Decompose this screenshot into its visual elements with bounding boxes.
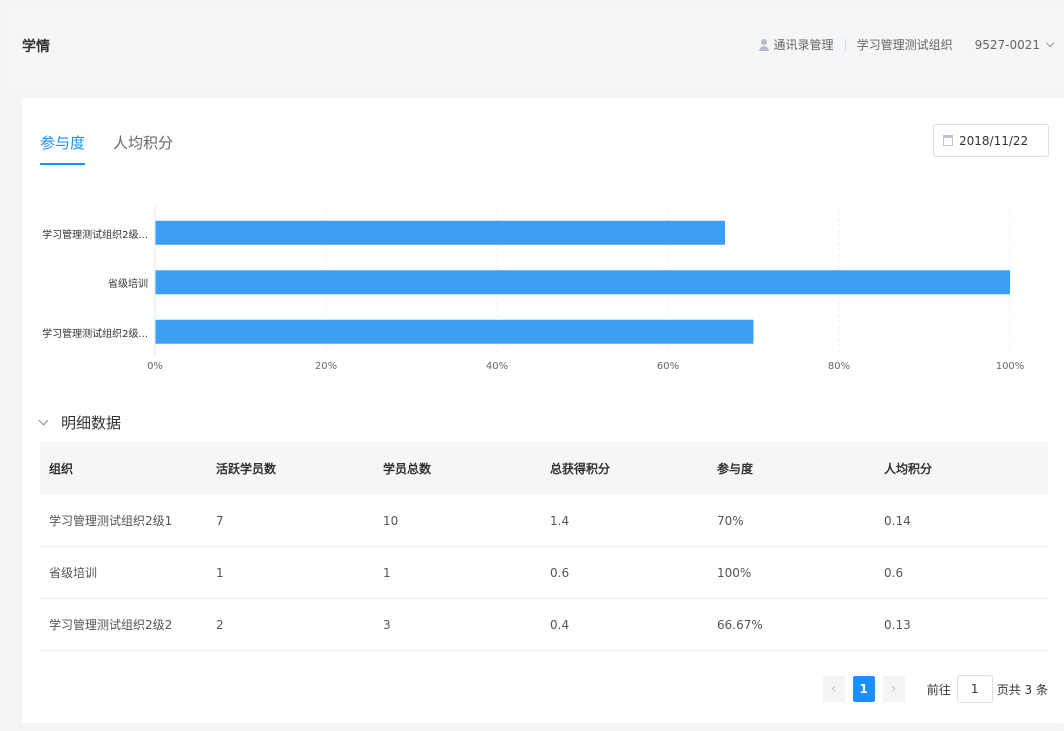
table-cell: 100% <box>717 565 752 580</box>
chart-plot <box>154 206 1011 357</box>
column-header: 活跃学员数 <box>216 462 277 476</box>
column-header: 参与度 <box>717 462 754 476</box>
table-cell: 7 <box>216 513 224 528</box>
x-tick-label: 40% <box>485 360 509 372</box>
table-cell: 10 <box>383 513 399 528</box>
contacts-icon <box>758 38 771 51</box>
chevron-down-icon <box>1045 38 1055 47</box>
date-value: 2018/11/22 <box>959 133 1029 148</box>
bar[interactable] <box>155 220 726 245</box>
account-menu[interactable]: 9527-0021 <box>964 38 1064 52</box>
contacts-label: 通讯录管理 <box>773 38 834 52</box>
column-header: 学员总数 <box>383 462 432 476</box>
table-cell: 0.6 <box>550 565 570 580</box>
x-tick-label: 80% <box>827 360 851 372</box>
table-cell: 1.4 <box>550 513 570 528</box>
column-header: 组织 <box>49 462 74 476</box>
table-cell: 省级培训 <box>49 566 98 580</box>
top-header: 学情 通讯录管理 学习管理测试组织 9527-0021 <box>8 6 1064 88</box>
org-name: 学习管理测试组织 <box>856 38 953 52</box>
column-header: 总获得积分 <box>550 462 611 476</box>
table-cell: 1 <box>216 565 224 580</box>
next-page-button[interactable]: › <box>882 676 905 702</box>
date-picker[interactable]: 2018/11/22 <box>933 124 1049 157</box>
table-cell: 0.14 <box>884 513 911 528</box>
calendar-icon <box>943 135 953 146</box>
account-id: 9527-0021 <box>974 37 1040 52</box>
table-row: 学习管理测试组织2级2 2 3 0.4 66.67% 0.13 <box>40 599 1048 651</box>
table-row: 学习管理测试组织2级1 7 10 1.4 70% 0.14 <box>40 495 1048 547</box>
total-count: 页共 3 条 <box>996 682 1048 697</box>
table-row: 省级培训 1 1 0.6 100% 0.6 <box>40 547 1048 599</box>
table-cell: 学习管理测试组织2级1 <box>49 514 173 528</box>
pagination: ‹ 1 › 前往 1 页共 3 条 <box>815 675 1048 703</box>
bar[interactable] <box>155 270 1010 295</box>
tab-bar: 参与度 人均积分 <box>40 132 201 165</box>
table-cell: 0.4 <box>550 617 570 632</box>
goto-page-input[interactable]: 1 <box>956 675 993 703</box>
column-header: 人均积分 <box>884 462 933 476</box>
table-cell: 2 <box>216 617 224 632</box>
detail-title: 明细数据 <box>61 414 122 432</box>
table-cell: 3 <box>383 617 391 632</box>
table-cell: 学习管理测试组织2级2 <box>49 618 173 632</box>
y-category-label: 省级培训 <box>108 279 148 291</box>
detail-table: 组织 活跃学员数 学员总数 总获得积分 参与度 人均积分 学习管理测试组织2级1… <box>40 442 1048 651</box>
page-number-button[interactable]: 1 <box>852 676 875 702</box>
participation-bar-chart: 0% 20% 40% 60% 80% 100% 学习管理测试组织2级... 省级培训 学习管理测… <box>22 198 1064 378</box>
x-tick-label: 0% <box>147 360 163 372</box>
table-cell: 66.67% <box>717 617 763 632</box>
org-switcher[interactable]: 学习管理测试组织 <box>846 36 964 53</box>
x-tick-label: 60% <box>656 360 680 372</box>
x-tick-label: 100% <box>995 360 1025 372</box>
chevron-down-icon <box>38 415 49 426</box>
x-tick-label: 20% <box>314 360 338 372</box>
table-cell: 70% <box>717 513 744 528</box>
table-cell: 1 <box>383 565 391 580</box>
contacts-link[interactable]: 通讯录管理 <box>748 36 845 53</box>
main-card: 参与度 人均积分 2018/11/22 0% 20% 40% 60% 80% 100% 学习… <box>22 98 1064 723</box>
table-header: 组织 活跃学员数 学员总数 总获得积分 参与度 人均积分 <box>40 442 1048 495</box>
y-category-label: 学习管理测试组织2级... <box>42 229 148 241</box>
tab-participation[interactable]: 参与度 <box>40 132 86 165</box>
page-title: 学情 <box>22 39 50 55</box>
y-category-label: 学习管理测试组织2级... <box>42 328 148 340</box>
bar[interactable] <box>155 319 754 344</box>
table-cell: 0.6 <box>884 565 904 580</box>
detail-toggle[interactable]: 明细数据 <box>38 412 122 433</box>
tab-avg-points[interactable]: 人均积分 <box>113 132 173 165</box>
table-cell: 0.13 <box>884 617 911 632</box>
header-actions: 通讯录管理 学习管理测试组织 9527-0021 <box>748 36 1064 53</box>
prev-page-button[interactable]: ‹ <box>822 676 845 702</box>
goto-label: 前往 <box>926 682 951 697</box>
